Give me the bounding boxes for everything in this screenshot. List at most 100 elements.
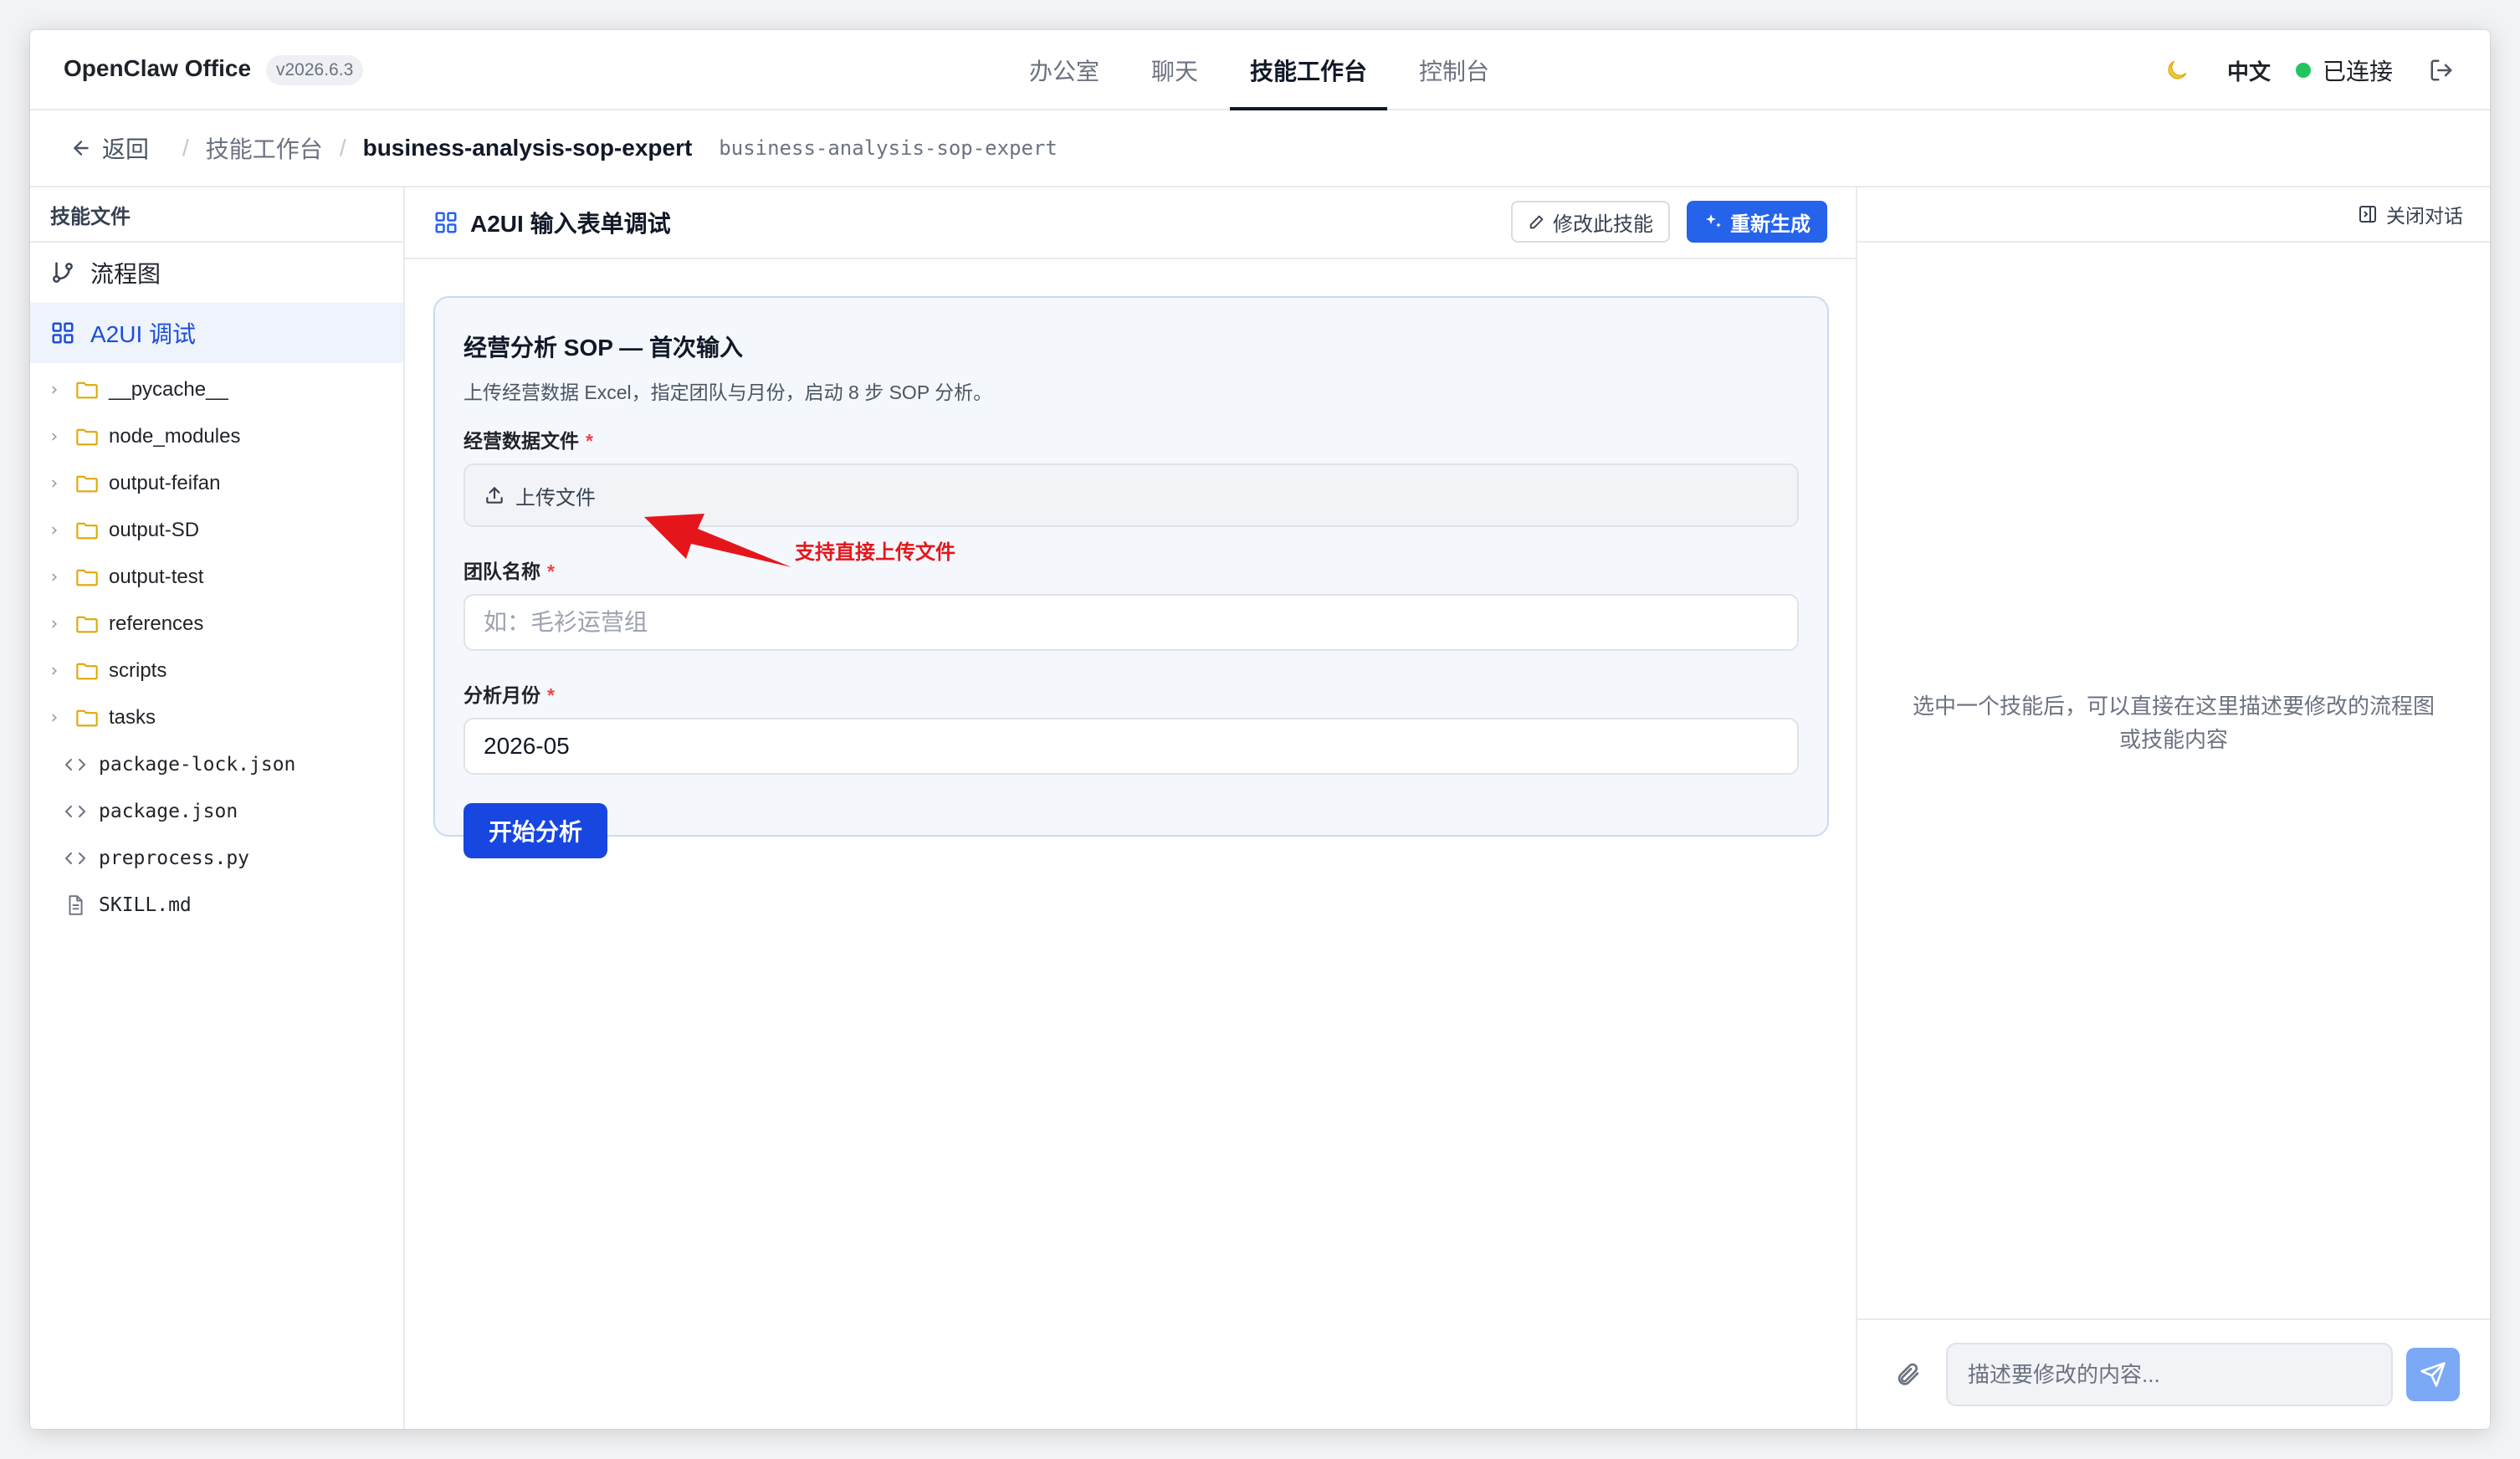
edit-skill-button[interactable]: 修改此技能	[1511, 201, 1670, 243]
required-mark: *	[547, 684, 555, 706]
page-title: A2UI 输入表单调试	[470, 211, 671, 237]
field-label-text: 分析月份	[464, 684, 540, 706]
folder-name: node_modules	[109, 425, 241, 448]
regenerate-button[interactable]: 重新生成	[1687, 201, 1827, 243]
grid-icon	[435, 212, 457, 233]
send-button[interactable]	[2406, 1348, 2460, 1401]
upload-icon	[486, 487, 503, 504]
folder-icon	[75, 708, 99, 728]
chat-panel-header: 关闭对话	[1857, 187, 2490, 243]
breadcrumb-separator: /	[339, 135, 346, 161]
sidebar-item-flowchart[interactable]: 流程图	[30, 243, 403, 303]
chat-input-bar	[1857, 1318, 2490, 1429]
empty-state-hint: 选中一个技能后，可以直接在这里描述要修改的流程图 或技能内容	[1857, 689, 2490, 756]
paperclip-icon[interactable]	[1891, 1358, 1924, 1391]
folder-name: tasks	[109, 706, 156, 729]
nav-tab-office[interactable]: 办公室	[1009, 30, 1119, 110]
folder-item[interactable]: node_modules	[30, 413, 403, 460]
pencil-icon	[1529, 215, 1544, 229]
folder-icon	[75, 567, 99, 587]
chevron-right-icon	[49, 712, 67, 724]
arrow-left-icon	[74, 141, 89, 156]
breadcrumb-skill-id: business-analysis-sop-expert	[719, 136, 1058, 160]
folder-item[interactable]: output-feifan	[30, 460, 403, 507]
form-title: 经营分析 SOP — 首次输入	[464, 335, 743, 361]
file-name: preprocess.py	[99, 847, 250, 869]
chat-panel: 关闭对话 选中一个技能后，可以直接在这里描述要修改的流程图 或技能内容	[1857, 187, 2490, 1429]
folder-item[interactable]: output-test	[30, 554, 403, 601]
app-window: OpenClaw Office v2026.6.3 办公室 聊天 技能工作台 控…	[30, 30, 2490, 1429]
sidebar-item-label: 流程图	[90, 261, 161, 287]
breadcrumb: 返回 / 技能工作台 / business-analysis-sop-exper…	[30, 110, 2490, 187]
folder-item[interactable]: references	[30, 601, 403, 648]
file-name: package.json	[99, 801, 238, 822]
file-item[interactable]: preprocess.py	[30, 835, 403, 882]
folder-name: output-test	[109, 566, 204, 588]
logout-icon[interactable]	[2426, 55, 2456, 85]
nav-tab-console[interactable]: 控制台	[1399, 30, 1509, 110]
month-field-label: 分析月份 *	[464, 679, 1799, 708]
branch-icon	[53, 262, 73, 283]
back-button[interactable]: 返回	[70, 131, 149, 165]
back-label: 返回	[102, 136, 150, 162]
close-chat-button[interactable]: 关闭对话	[2358, 200, 2463, 228]
sidebar-item-a2ui-debug[interactable]: A2UI 调试	[30, 303, 403, 363]
file-item[interactable]: package-lock.json	[30, 741, 403, 788]
file-item[interactable]: package.json	[30, 788, 403, 835]
folder-item[interactable]: __pycache__	[30, 366, 403, 413]
folder-icon	[75, 380, 99, 400]
annotation-text: 支持直接上传文件	[795, 541, 955, 564]
center-panel: A2UI 输入表单调试 修改此技能 重新生成 经营分析 SOP — 首次输入 上…	[405, 187, 1857, 1429]
sidebar-header: 技能文件	[30, 187, 403, 243]
folder-icon	[75, 474, 99, 494]
folder-icon	[75, 661, 99, 681]
grid-icon	[52, 322, 74, 344]
file-name: package-lock.json	[99, 754, 296, 776]
folder-icon	[75, 520, 99, 540]
skill-files-sidebar: 技能文件 流程图 A2UI 调试 __pycache__ node_module…	[30, 187, 405, 1429]
language-toggle[interactable]: 中文	[2227, 55, 2271, 86]
upload-label: 上传文件	[515, 486, 596, 509]
breadcrumb-separator: /	[182, 135, 189, 161]
folder-icon	[75, 427, 99, 447]
folder-name: output-feifan	[109, 472, 221, 494]
sidebar-item-label: A2UI 调试	[90, 321, 197, 347]
folder-item[interactable]: scripts	[30, 648, 403, 694]
chevron-right-icon	[49, 384, 67, 396]
send-icon	[2420, 1362, 2446, 1387]
chat-message-input[interactable]	[1946, 1343, 2393, 1406]
chevron-right-icon	[49, 618, 67, 630]
form-description: 上传经营数据 Excel，指定团队与月份，启动 8 步 SOP 分析。	[464, 381, 993, 403]
chevron-right-icon	[49, 571, 67, 583]
file-item[interactable]: SKILL.md	[30, 882, 403, 929]
breadcrumb-workbench-link[interactable]: 技能工作台	[206, 131, 323, 165]
field-label-text: 团队名称	[464, 561, 540, 582]
file-tree: __pycache__ node_modules output-feifan o…	[30, 363, 403, 929]
moon-icon[interactable]	[2160, 54, 2194, 87]
breadcrumb-skill-name: business-analysis-sop-expert	[362, 135, 693, 161]
month-input[interactable]	[464, 718, 1799, 775]
center-header: A2UI 输入表单调试 修改此技能 重新生成	[405, 187, 1856, 259]
sparkles-icon	[1706, 214, 1721, 228]
code-icon	[64, 756, 90, 773]
folder-item[interactable]: output-SD	[30, 507, 403, 554]
regenerate-label: 重新生成	[1730, 212, 1811, 236]
folder-icon	[75, 614, 99, 634]
file-name: SKILL.md	[99, 894, 192, 916]
top-right-controls: 中文 已连接	[2160, 30, 2456, 110]
team-name-input[interactable]	[464, 594, 1799, 651]
nav-tab-skill-workbench[interactable]: 技能工作台	[1230, 30, 1388, 110]
field-label-text: 经营数据文件	[464, 430, 579, 452]
folder-item[interactable]: tasks	[30, 694, 403, 741]
hint-line: 或技能内容	[2118, 727, 2228, 752]
required-mark: *	[547, 561, 555, 582]
nav-tab-chat[interactable]: 聊天	[1131, 30, 1218, 110]
file-field-label: 经营数据文件 *	[464, 425, 1799, 453]
start-analysis-button[interactable]: 开始分析	[464, 803, 608, 858]
main-nav: 办公室 聊天 技能工作台 控制台	[1009, 30, 1521, 110]
chevron-right-icon	[49, 525, 67, 536]
chevron-right-icon	[49, 665, 67, 677]
app-title: OpenClaw Office	[64, 55, 252, 81]
chevron-right-icon	[49, 431, 67, 443]
chevron-right-icon	[49, 478, 67, 489]
